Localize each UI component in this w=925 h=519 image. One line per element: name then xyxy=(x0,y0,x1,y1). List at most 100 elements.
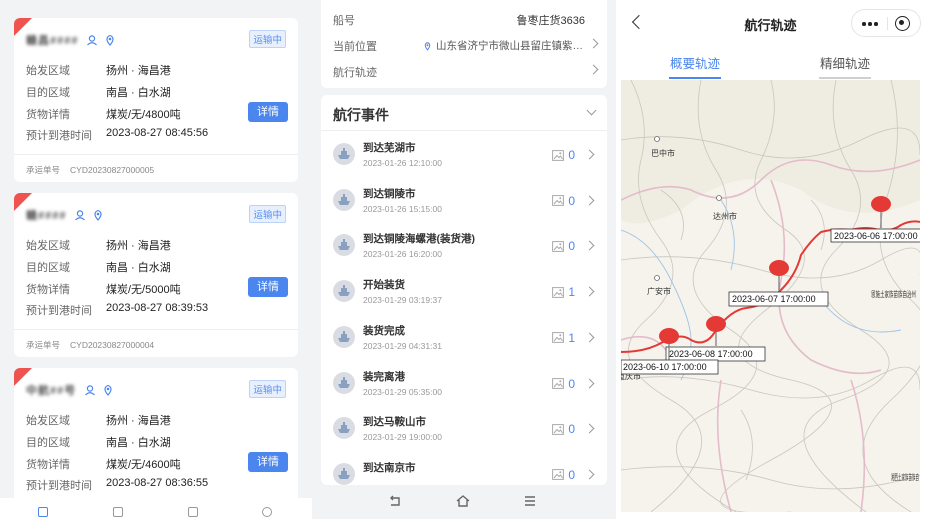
image-icon xyxy=(552,240,565,252)
event-time: 2023-01-26 15:15:00 xyxy=(363,203,442,214)
track-row[interactable]: 航行轨迹 xyxy=(333,64,599,80)
photo-count[interactable]: 0 xyxy=(552,148,575,162)
location-pin-icon[interactable] xyxy=(104,34,116,46)
nav-header: 航行轨迹 xyxy=(616,0,925,46)
photo-count[interactable]: 1 xyxy=(552,331,575,345)
marker-time-label: 2023-06-10 17:00:00 xyxy=(623,362,707,372)
image-icon xyxy=(552,469,565,481)
location-value: 山东省济宁市微山县留庄镇紫… xyxy=(423,38,583,53)
location-pin-icon xyxy=(424,41,431,50)
voyage-events-card: 航行事件 到达芜湖市 2023-01-26 12:10:00 0 到达铜陵市 2023-… xyxy=(321,95,607,485)
image-icon xyxy=(552,286,565,298)
image-icon xyxy=(552,195,565,207)
map-canvas: 巴中市 达州市 广安市 重庆市 恩施土家族苗族自治州 湘西土家族苗族自 2023… xyxy=(621,80,920,512)
city-label: 湘西土家族苗族自 xyxy=(891,472,919,482)
shipment-card[interactable]: 赣昌#### 运输中 始发区域 扬州 · 海昌港 目的区域 南昌 · 白水湖 货物详… xyxy=(14,18,298,182)
event-item[interactable]: 到达铜陵海螺港(装货港) 2023-01-26 16:20:00 0 xyxy=(321,222,607,268)
event-title: 到达铜陵海螺港(装货港) xyxy=(363,233,475,246)
more-dots-icon[interactable] xyxy=(862,22,880,26)
location-pin-icon[interactable] xyxy=(92,209,104,221)
origin-row: 始发区域 扬州 · 海昌港 xyxy=(26,415,171,427)
origin-row: 始发区域 扬州 · 海昌港 xyxy=(26,65,171,77)
event-item[interactable]: 开始装货 2023-01-29 03:19:37 1 xyxy=(321,268,607,314)
cargo-row: 货物详情 煤炭/无/4800吨 xyxy=(26,109,181,121)
ship-info-card: 船号 鲁枣庄货3636 当前位置 山东省济宁市微山县留庄镇紫… 航行轨迹 xyxy=(321,0,607,88)
photo-count[interactable]: 0 xyxy=(552,194,575,208)
event-item[interactable]: 到达铜陵市 2023-01-26 15:15:00 0 xyxy=(321,177,607,223)
ship-avatar-icon xyxy=(333,417,355,440)
event-item[interactable]: 到达南京市 0 xyxy=(321,451,607,485)
location-pin-icon[interactable] xyxy=(102,384,114,396)
tab-summary-track[interactable]: 概要轨迹 xyxy=(655,53,735,79)
track-tabs: 概要轨迹 精细轨迹 xyxy=(616,48,925,80)
event-time: 2023-01-29 03:19:37 xyxy=(363,295,442,306)
status-badge: 运输中 xyxy=(249,30,286,48)
event-item[interactable]: 到达芜湖市 2023-01-26 12:10:00 0 xyxy=(321,131,607,177)
chevron-right-icon xyxy=(584,149,595,160)
tab-detailed-track[interactable]: 精细轨迹 xyxy=(805,53,885,79)
marker-time-label: 2023-06-08 17:00:00 xyxy=(669,349,753,359)
photo-count[interactable]: 0 xyxy=(552,422,575,436)
current-location-row[interactable]: 当前位置 山东省济宁市微山县留庄镇紫… xyxy=(333,38,599,54)
city-dot xyxy=(716,195,722,201)
event-item[interactable]: 装完离港 2023-01-29 05:35:00 0 xyxy=(321,360,607,406)
city-label: 达州市 xyxy=(713,211,737,221)
ship-user-icon xyxy=(75,210,86,221)
close-target-icon[interactable] xyxy=(895,16,910,31)
voyage-detail-panel: 船号 鲁枣庄货3636 当前位置 山东省济宁市微山县留庄镇紫… 航行轨迹 航行事… xyxy=(312,0,616,519)
detail-button[interactable]: 详情 xyxy=(248,102,288,122)
ship-user-icon xyxy=(85,385,96,396)
eta-row: 预计到港时间 2023-08-27 08:39:53 xyxy=(26,302,209,317)
photo-count[interactable]: 1 xyxy=(552,285,575,299)
marker-time-label: 2023-06-06 17:00:00 xyxy=(834,231,918,241)
tab-profile-icon[interactable] xyxy=(262,507,272,517)
track-map[interactable]: 巴中市 达州市 广安市 重庆市 恩施土家族苗族自治州 湘西土家族苗族自 2023… xyxy=(621,80,920,512)
chevron-right-icon xyxy=(584,286,595,297)
event-item[interactable]: 到达马鞍山市 2023-01-29 19:00:00 0 xyxy=(321,405,607,451)
photo-count[interactable]: 0 xyxy=(552,468,575,482)
image-icon xyxy=(552,423,565,435)
city-label: 广安市 xyxy=(647,286,671,296)
tab-home-icon[interactable] xyxy=(38,507,48,517)
ship-user-icon xyxy=(87,35,98,46)
ship-name: 中航##号 xyxy=(26,385,77,397)
chevron-right-icon xyxy=(584,332,595,343)
event-item[interactable]: 装货完成 2023-01-29 04:31:31 1 xyxy=(321,314,607,360)
photo-count[interactable]: 0 xyxy=(552,377,575,391)
ship-number-row: 船号 鲁枣庄货3636 xyxy=(333,15,585,27)
event-title: 装货完成 xyxy=(363,324,405,337)
dest-row: 目的区域 南昌 · 白水湖 xyxy=(26,262,171,274)
event-time: 2023-01-29 04:31:31 xyxy=(363,340,442,351)
events-title: 航行事件 xyxy=(333,107,389,123)
image-icon xyxy=(552,332,565,344)
menu-nav-icon[interactable] xyxy=(523,494,537,508)
status-badge: 运输中 xyxy=(249,205,286,223)
system-nav-bar xyxy=(312,485,616,519)
shipment-card[interactable]: 中航##号 运输中 始发区域 扬州 · 海昌港 目的区域 南昌 · 白水湖 货物详情… xyxy=(14,368,298,508)
event-title: 到达铜陵市 xyxy=(363,187,416,200)
chevron-right-icon xyxy=(584,378,595,388)
event-title: 开始装货 xyxy=(363,279,405,292)
chevron-right-icon xyxy=(584,423,595,434)
city-dot xyxy=(654,136,660,142)
detail-button[interactable]: 详情 xyxy=(248,452,288,472)
tab-orders-icon[interactable] xyxy=(113,507,123,517)
image-icon xyxy=(552,149,565,161)
dest-row: 目的区域 南昌 · 白水湖 xyxy=(26,87,171,99)
ship-avatar-icon xyxy=(333,280,355,303)
back-nav-icon[interactable] xyxy=(388,494,402,508)
chevron-right-icon xyxy=(584,240,595,251)
ship-avatar-icon xyxy=(333,188,355,211)
detail-button[interactable]: 详情 xyxy=(248,277,288,297)
tab-wallet-icon[interactable] xyxy=(188,507,198,517)
ship-avatar-icon xyxy=(333,234,355,257)
shipment-card[interactable]: 赣#### 运输中 始发区域 扬州 · 海昌港 目的区域 南昌 · 白水湖 货物详情… xyxy=(14,193,298,357)
order-number: 承运单号 CYD20230827000004 xyxy=(26,340,155,350)
marker-time-label: 2023-06-07 17:00:00 xyxy=(732,294,816,304)
cargo-row: 货物详情 煤炭/无/5000吨 xyxy=(26,284,181,296)
ship-avatar-icon xyxy=(333,371,355,394)
photo-count[interactable]: 0 xyxy=(552,239,575,253)
event-time: 2023-01-29 19:00:00 xyxy=(363,432,442,443)
home-nav-icon[interactable] xyxy=(455,494,471,508)
chevron-down-icon[interactable] xyxy=(586,105,597,116)
